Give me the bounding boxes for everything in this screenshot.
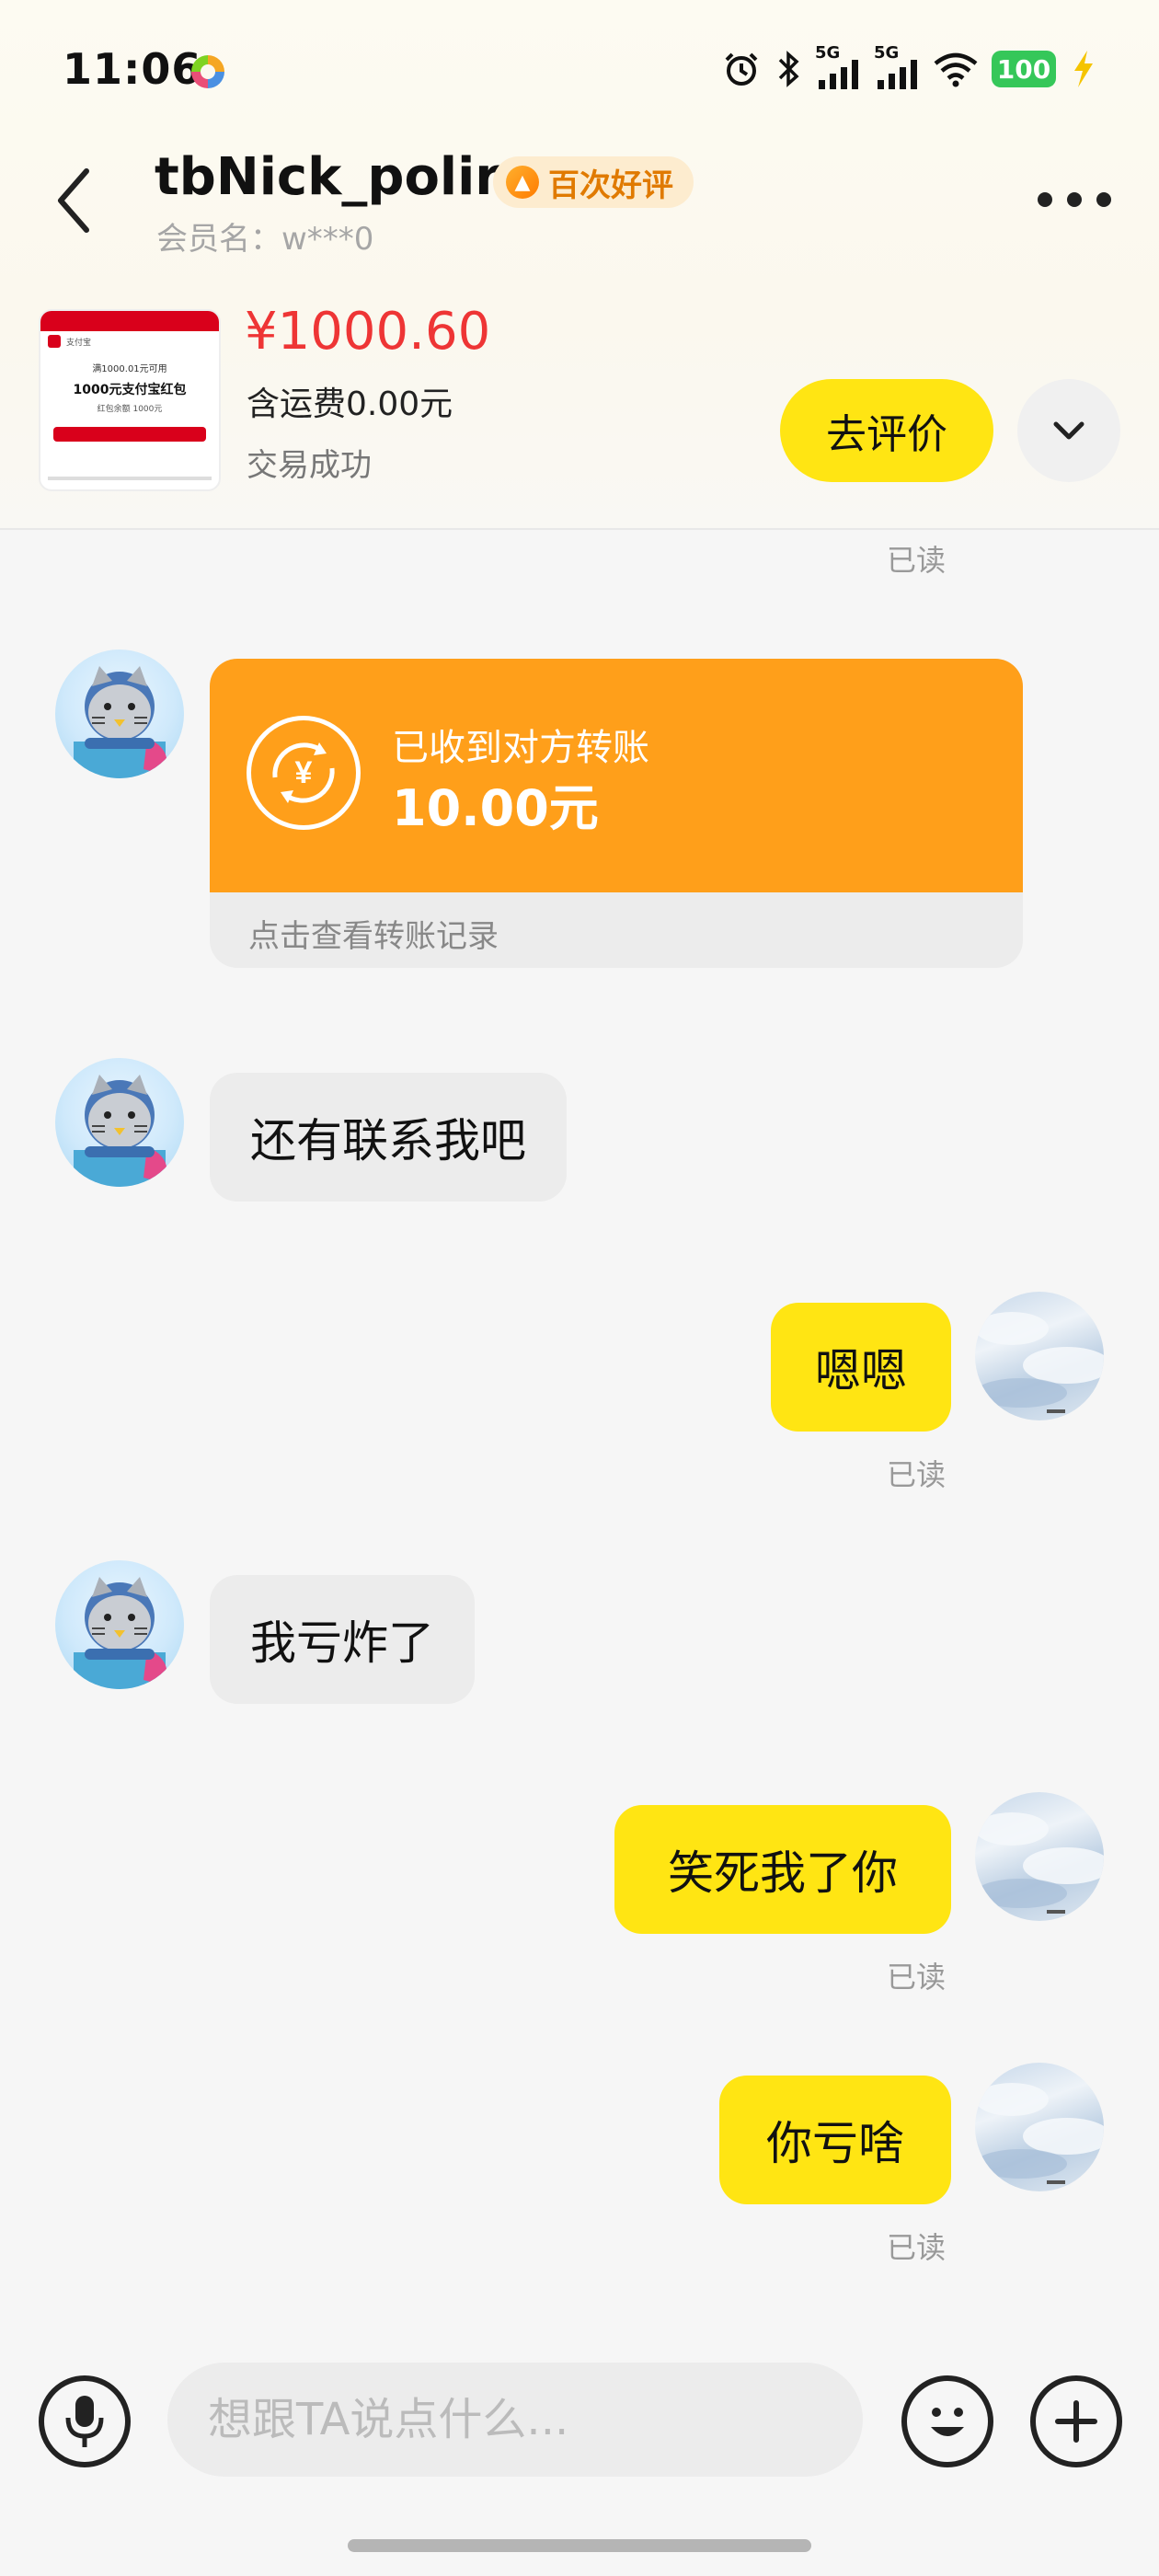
thumb-button: [53, 427, 206, 442]
status-icons: 5G 5G 100: [721, 43, 1096, 92]
member-name: 会员名：w***0: [156, 221, 374, 258]
message-bubble-outgoing[interactable]: 你亏啥: [719, 2076, 951, 2204]
microphone-icon: [65, 2396, 104, 2447]
my-avatar[interactable]: [975, 1792, 1104, 1921]
thumb-app-name: 支付宝: [66, 338, 92, 348]
yuan-transfer-icon: ¥: [247, 716, 361, 830]
seller-avatar[interactable]: [55, 650, 184, 778]
app-notification-icon: [191, 55, 224, 88]
rating-badge: ▲ 百次好评: [493, 156, 694, 208]
message-bubble-incoming[interactable]: 还有联系我吧: [210, 1073, 567, 1202]
thumb-header: 支付宝: [40, 331, 219, 351]
status-time: 11:06: [63, 44, 202, 94]
thumbs-up-icon: ▲: [506, 166, 539, 199]
sky-avatar-icon: [975, 2083, 1104, 2184]
svg-text:¥: ¥: [295, 755, 313, 790]
transfer-card[interactable]: ¥ 已收到对方转账 10.00元 点击查看转账记录: [210, 659, 1023, 968]
add-attachment-button[interactable]: [1030, 2375, 1122, 2467]
voice-input-button[interactable]: [39, 2375, 131, 2467]
transfer-footer-link[interactable]: 点击查看转账记录: [248, 911, 499, 956]
cell-signal-2: 5G: [874, 43, 920, 89]
seller-avatar[interactable]: [55, 1560, 184, 1689]
transfer-card-top: ¥ 已收到对方转账 10.00元: [210, 659, 1023, 892]
bluetooth-icon: [778, 51, 799, 87]
message-bubble-incoming[interactable]: 我亏炸了: [210, 1575, 475, 1704]
thumb-balance: 红包余额 1000元: [97, 405, 163, 414]
alipay-logo-icon: [48, 335, 61, 348]
back-button[interactable]: [52, 164, 98, 237]
read-receipt: 已读: [887, 543, 947, 578]
wifi-icon: [934, 52, 978, 87]
message-bubble-outgoing[interactable]: 笑死我了你: [614, 1805, 951, 1934]
emoji-button[interactable]: [901, 2375, 993, 2467]
product-thumbnail[interactable]: 支付宝 满1000.01元可用 1000元支付宝红包 红包余额 1000元: [39, 309, 221, 491]
rating-badge-label: 百次好评: [548, 167, 673, 204]
read-receipt: 已读: [887, 1960, 947, 1995]
chevron-down-icon: [1053, 421, 1084, 440]
home-indicator[interactable]: [348, 2539, 811, 2552]
more-dot-icon: [1067, 192, 1082, 207]
thumb-title: 1000元支付宝红包: [73, 383, 187, 397]
battery-indicator: 100: [992, 51, 1056, 87]
status-bar: 11:06 5G 5G 100: [0, 0, 1159, 138]
smiley-icon: [931, 2408, 964, 2436]
cat-avatar-icon: [74, 1075, 167, 1187]
expand-order-button[interactable]: [1017, 379, 1120, 482]
my-avatar[interactable]: [975, 2063, 1104, 2191]
order-status: 交易成功: [247, 447, 372, 484]
yuan-arrows-icon: ¥: [272, 742, 335, 803]
transfer-label: 已收到对方转账: [392, 727, 649, 769]
message-input[interactable]: [167, 2363, 863, 2477]
alarm-icon: [725, 52, 758, 86]
sky-avatar-icon: [975, 1312, 1104, 1413]
more-dot-icon: [1038, 192, 1052, 207]
more-options-button[interactable]: [1038, 189, 1111, 211]
seller-avatar[interactable]: [55, 1058, 184, 1187]
transfer-amount: 10.00元: [392, 779, 599, 837]
read-receipt: 已读: [887, 2230, 947, 2265]
header-divider: [0, 528, 1159, 530]
plus-icon: [1055, 2400, 1097, 2443]
cell-signal-1: 5G: [815, 43, 861, 89]
shipping-fee: 含运费0.00元: [247, 385, 453, 423]
thumb-footer: [48, 477, 212, 480]
cat-avatar-icon: [74, 666, 167, 778]
my-avatar[interactable]: [975, 1292, 1104, 1420]
thumb-condition: 满1000.01元可用: [92, 364, 167, 374]
charging-icon: [1074, 51, 1093, 87]
chevron-left-icon: [58, 168, 89, 233]
read-receipt: 已读: [887, 1457, 947, 1492]
thumb-topbar: [40, 311, 219, 331]
sky-avatar-icon: [975, 1812, 1104, 1914]
seller-nickname[interactable]: tbNick_polir: [155, 147, 500, 207]
order-price: ¥1000.60: [245, 302, 491, 362]
review-button[interactable]: 去评价: [780, 379, 993, 482]
more-dot-icon: [1096, 192, 1111, 207]
message-bubble-outgoing[interactable]: 嗯嗯: [771, 1303, 951, 1432]
cat-avatar-icon: [74, 1577, 167, 1689]
